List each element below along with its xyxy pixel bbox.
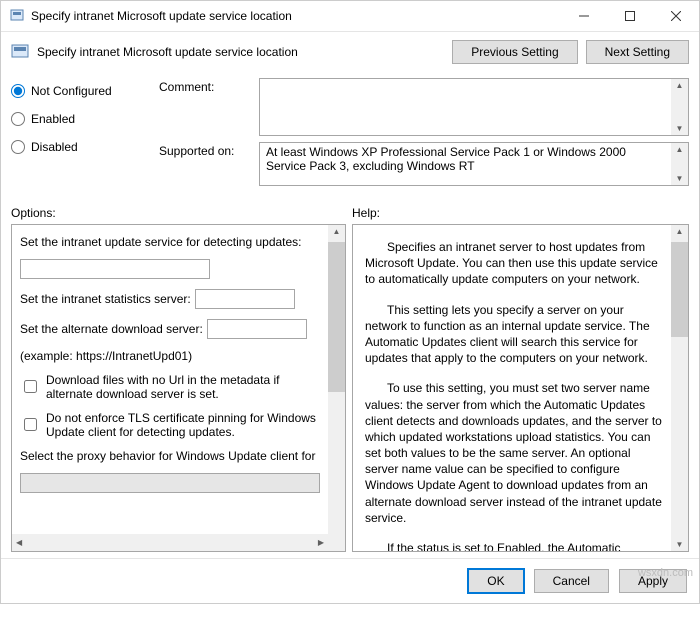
options-v-scrollbar[interactable]: ▲ ▼ [328,225,345,551]
radio-disabled[interactable]: Disabled [11,140,141,154]
help-body: Specifies an intranet server to host upd… [352,224,689,552]
disabled-radio-input[interactable] [11,140,25,154]
scroll-down-icon: ▼ [676,122,684,135]
help-paragraph: This setting lets you specify a server o… [365,302,666,367]
subheader: Specify intranet Microsoft update servic… [1,32,699,72]
scrollbar-thumb[interactable] [671,242,688,337]
comment-scrollbar[interactable]: ▲ ▼ [671,79,688,135]
help-pane: Help: Specifies an intranet server to ho… [352,202,689,552]
comment-area: Comment: ▲ ▼ Supported on: At least Wind… [159,78,689,192]
window-title: Specify intranet Microsoft update servic… [31,9,561,23]
download-no-url-label: Download files with no Url in the metada… [46,373,323,401]
close-button[interactable] [653,1,699,32]
cancel-button[interactable]: Cancel [534,569,609,593]
radio-enabled[interactable]: Enabled [11,112,141,126]
stats-server-label: Set the intranet statistics server: [20,292,191,306]
maximize-button[interactable] [607,1,653,32]
options-body: Set the intranet update service for dete… [11,224,346,552]
close-icon [671,11,681,21]
radio-not-configured[interactable]: Not Configured [11,84,141,98]
options-label: Options: [11,202,346,224]
help-v-scrollbar[interactable]: ▲ ▼ [671,225,688,551]
supported-scrollbar[interactable]: ▲ ▼ [671,143,688,185]
state-radio-group: Not Configured Enabled Disabled [11,78,141,192]
options-h-scrollbar[interactable]: ◀ ▶ [12,534,328,551]
tls-pinning-label: Do not enforce TLS certificate pinning f… [46,411,323,439]
comment-textarea[interactable]: ▲ ▼ [259,78,689,136]
example-text: (example: https://IntranetUpd01) [20,349,192,363]
not-configured-radio-input[interactable] [11,84,25,98]
config-area: Not Configured Enabled Disabled Comment:… [1,72,699,196]
scroll-up-icon: ▲ [676,79,684,92]
next-setting-button[interactable]: Next Setting [586,40,689,64]
help-paragraph: If the status is set to Enabled, the Aut… [365,540,666,552]
stats-server-input[interactable] [195,289,295,309]
previous-setting-button[interactable]: Previous Setting [452,40,577,64]
comment-label: Comment: [159,78,249,136]
scroll-up-icon: ▲ [333,225,341,238]
download-no-url-checkbox[interactable] [24,375,37,398]
tls-pinning-checkbox[interactable] [24,413,37,436]
policy-icon [9,8,25,24]
scrollbar-thumb[interactable] [328,242,345,392]
enabled-radio-input[interactable] [11,112,25,126]
help-paragraph: Specifies an intranet server to host upd… [365,239,666,288]
supported-on-text: At least Windows XP Professional Service… [266,145,626,173]
scroll-down-icon: ▼ [676,172,684,185]
disabled-label: Disabled [31,140,78,154]
ok-button[interactable]: OK [468,569,523,593]
scroll-left-icon: ◀ [12,538,26,547]
titlebar: Specify intranet Microsoft update servic… [1,1,699,32]
supported-on-box: At least Windows XP Professional Service… [259,142,689,186]
help-label: Help: [352,202,689,224]
detect-service-input[interactable] [20,259,210,279]
alt-server-label: Set the alternate download server: [20,322,203,336]
options-pane: Options: Set the intranet update service… [11,202,346,552]
minimize-icon [579,11,589,21]
minimize-button[interactable] [561,1,607,32]
footer: OK Cancel Apply [1,558,699,603]
scroll-corner [328,534,345,551]
scroll-right-icon: ▶ [314,538,328,547]
not-configured-label: Not Configured [31,84,112,98]
proxy-behavior-input[interactable] [20,473,320,493]
alt-server-input[interactable] [207,319,307,339]
scroll-up-icon: ▲ [676,143,684,156]
help-paragraph: To use this setting, you must set two se… [365,380,666,526]
enabled-label: Enabled [31,112,75,126]
scroll-up-icon: ▲ [676,225,684,238]
detect-service-label: Set the intranet update service for dete… [20,235,302,249]
dialog-window: Specify intranet Microsoft update servic… [0,0,700,604]
proxy-behavior-label: Select the proxy behavior for Windows Up… [20,449,315,463]
panes: Options: Set the intranet update service… [1,196,699,558]
window-controls [561,1,699,32]
policy-large-icon [11,43,29,61]
maximize-icon [625,11,635,21]
scroll-down-icon: ▼ [676,538,684,551]
help-content: Specifies an intranet server to host upd… [353,225,688,552]
supported-on-label: Supported on: [159,142,249,186]
apply-button[interactable]: Apply [619,569,687,593]
subheader-title: Specify intranet Microsoft update servic… [37,45,452,59]
